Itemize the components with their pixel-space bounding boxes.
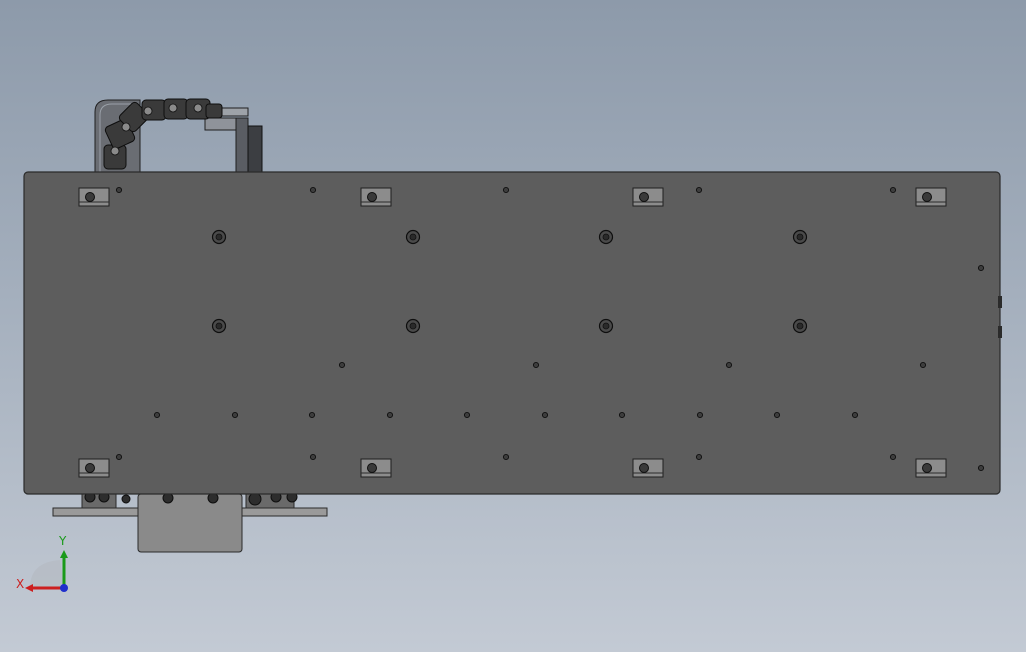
counterbore-hole-inner	[215, 233, 223, 241]
mounting-hole	[338, 361, 346, 369]
mounting-hole	[889, 453, 897, 461]
bottom-carriage[interactable]	[52, 489, 328, 553]
counterbore-hole-inner	[796, 233, 804, 241]
mounting-hole	[773, 411, 781, 419]
mounting-hole	[463, 411, 471, 419]
cable-chain-connector	[247, 125, 263, 173]
tslot-nut-screw	[922, 463, 932, 473]
counterbore-hole-inner	[602, 322, 610, 330]
counterbore-hole-inner	[796, 322, 804, 330]
mounting-hole	[502, 453, 510, 461]
counterbore-hole-inner	[409, 322, 417, 330]
triad-y-arrowhead	[60, 550, 68, 558]
coordinate-triad[interactable]: X Y	[16, 534, 68, 592]
cable-chain-end-block	[235, 117, 249, 173]
mounting-hole	[541, 411, 549, 419]
mounting-hole	[308, 411, 316, 419]
tslot-nut-screw	[367, 463, 377, 473]
base-plate-right-edge-tab	[998, 296, 1002, 308]
mounting-hole	[696, 411, 704, 419]
mounting-hole	[115, 186, 123, 194]
mounting-hole	[309, 453, 317, 461]
tslot-nut-screw	[639, 192, 649, 202]
triad-y-label: Y	[58, 534, 67, 548]
tslot-nut-screw	[85, 192, 95, 202]
mounting-hole	[386, 411, 394, 419]
tslot-nut-screw	[639, 463, 649, 473]
mounting-hole	[889, 186, 897, 194]
cable-chain-tab	[219, 107, 249, 117]
triad-x-arrowhead	[25, 584, 33, 592]
mounting-hole	[309, 186, 317, 194]
base-plate-right-edge-tab	[998, 326, 1002, 338]
mounting-hole	[502, 186, 510, 194]
counterbore-hole-inner	[602, 233, 610, 241]
tslot-nut-screw	[367, 192, 377, 202]
base-plate-group[interactable]	[23, 171, 1002, 495]
mounting-hole	[153, 411, 161, 419]
mounting-hole	[851, 411, 859, 419]
triad-x-label: X	[16, 577, 24, 591]
triad-z-axis	[60, 584, 68, 592]
graphics-viewport[interactable]: X Y	[0, 0, 1026, 652]
mounting-hole	[115, 453, 123, 461]
mounting-hole	[695, 186, 703, 194]
counterbore-hole-inner	[215, 322, 223, 330]
mounting-hole	[231, 411, 239, 419]
mounting-hole	[532, 361, 540, 369]
tslot-nut-screw	[922, 192, 932, 202]
mounting-hole	[977, 264, 985, 272]
carriage-block	[137, 493, 243, 553]
cable-chain-assembly[interactable]	[94, 98, 263, 173]
mounting-hole	[725, 361, 733, 369]
cable-chain-link	[205, 103, 223, 119]
mounting-hole	[695, 453, 703, 461]
mounting-hole	[618, 411, 626, 419]
mounting-hole	[919, 361, 927, 369]
base-plate[interactable]	[23, 171, 1001, 495]
triad-plane-shading	[30, 560, 64, 588]
tslot-nut-screw	[85, 463, 95, 473]
mounting-hole	[977, 464, 985, 472]
counterbore-hole-inner	[409, 233, 417, 241]
